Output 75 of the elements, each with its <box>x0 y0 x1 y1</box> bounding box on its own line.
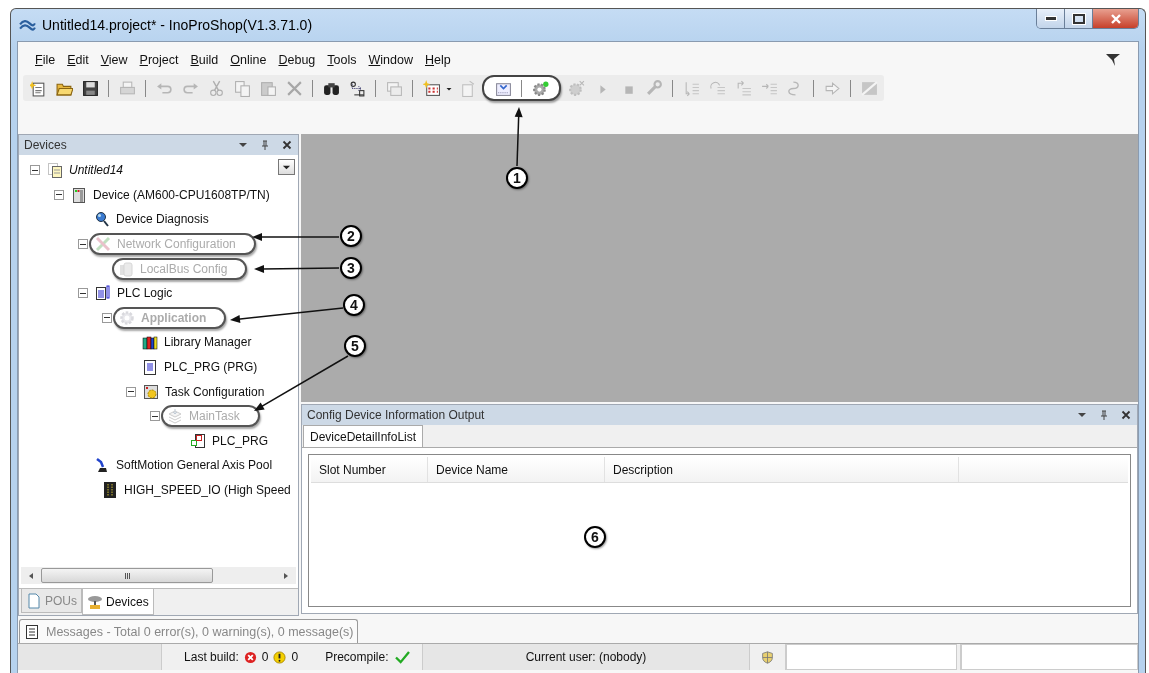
task-configuration-icon <box>143 383 159 400</box>
expand-toggle[interactable] <box>78 288 88 299</box>
scroll-right-icon[interactable] <box>282 571 290 580</box>
panel-tab[interactable]: DeviceDetailInfoList <box>303 425 424 447</box>
network-device-icon <box>87 593 103 610</box>
leader-line <box>514 107 523 167</box>
menu-item[interactable]: Help <box>419 53 457 67</box>
status-label: Precompile: <box>325 650 389 664</box>
documents-icon <box>47 162 63 179</box>
module-icon <box>118 260 134 277</box>
magnifier-icon <box>94 211 110 228</box>
robot-arm-icon <box>94 457 110 474</box>
status-label: Last build: <box>184 650 239 664</box>
program-icon <box>190 432 206 449</box>
new-file-icon[interactable] <box>29 79 47 97</box>
gear-icon <box>119 309 135 326</box>
scrollbar-thumb[interactable] <box>41 568 213 583</box>
expand-toggle[interactable] <box>54 189 64 200</box>
tree-item[interactable]: Device Diagnosis <box>116 212 209 227</box>
window-title: Untitled14.project* - InoProShop(V1.3.71.0) <box>42 17 313 33</box>
warning-icon <box>273 650 287 664</box>
error-icon <box>243 650 257 664</box>
filter-icon[interactable] <box>1105 52 1121 68</box>
gear-icon[interactable] <box>531 79 549 97</box>
pin-icon[interactable] <box>260 140 270 150</box>
menu-item[interactable]: View <box>94 53 134 67</box>
logic-document-icon <box>95 285 111 302</box>
menu-item[interactable]: Debug <box>272 53 322 67</box>
dropdown-icon[interactable] <box>1077 410 1087 420</box>
menu-item[interactable]: Online <box>224 53 273 67</box>
menu-item[interactable]: Window <box>362 53 419 67</box>
add-device-icon[interactable] <box>422 79 440 97</box>
minimize-button[interactable] <box>1037 9 1065 28</box>
tools-icon <box>95 236 111 253</box>
io-module-icon <box>102 482 118 498</box>
tree-item[interactable]: SoftMotion General Axis Pool <box>116 458 273 473</box>
panel-tab[interactable]: Devices <box>82 589 154 615</box>
scroll-left-icon[interactable] <box>27 571 35 580</box>
close-icon[interactable] <box>282 140 292 150</box>
document-icon <box>26 592 42 609</box>
warning-count: 0 <box>291 650 299 664</box>
document-icon <box>142 359 158 376</box>
column-header[interactable]: Description <box>605 457 959 482</box>
current-user: Current user: (nobody) <box>525 650 647 664</box>
menu-item[interactable]: Edit <box>61 53 95 67</box>
tree-item[interactable]: PLC Logic <box>117 286 173 301</box>
messages-tab[interactable]: Messages - Total 0 error(s), 0 warning(s), 0 message(s) <box>19 619 358 643</box>
menu-item[interactable]: File <box>29 53 62 67</box>
column-header[interactable]: Slot Number <box>311 457 428 482</box>
pin-icon[interactable] <box>1099 410 1109 420</box>
close-icon <box>1109 13 1122 24</box>
dropdown-icon[interactable] <box>238 140 248 150</box>
column-header[interactable]: Device Name <box>428 457 605 482</box>
shield-icon <box>761 650 775 664</box>
panel-title: Config Device Information Output <box>307 408 485 422</box>
close-button[interactable] <box>1093 9 1138 28</box>
menu-item[interactable]: Build <box>184 53 225 67</box>
close-icon[interactable] <box>1121 410 1131 420</box>
device-icon <box>71 186 87 203</box>
save-icon[interactable] <box>81 79 99 97</box>
tree-item[interactable]: Untitled14 <box>69 163 124 178</box>
replace-icon[interactable] <box>348 79 366 97</box>
list-icon <box>24 623 40 640</box>
menu-item[interactable]: Tools <box>321 53 363 67</box>
tree-item[interactable]: HIGH_SPEED_IO (High Speed <box>124 483 291 497</box>
books-icon <box>142 334 158 351</box>
error-count: 0 <box>261 650 269 664</box>
panel-title: Devices <box>24 138 67 152</box>
maximize-button[interactable] <box>1065 9 1093 28</box>
horizontal-scrollbar[interactable] <box>21 567 296 584</box>
tree-item[interactable]: Device (AM600-CPU1608TP/TN) <box>93 187 270 202</box>
expand-toggle[interactable] <box>30 165 40 176</box>
dropdown-button[interactable] <box>278 159 295 175</box>
layers-icon <box>167 408 183 425</box>
menu-item[interactable]: Project <box>133 53 185 67</box>
